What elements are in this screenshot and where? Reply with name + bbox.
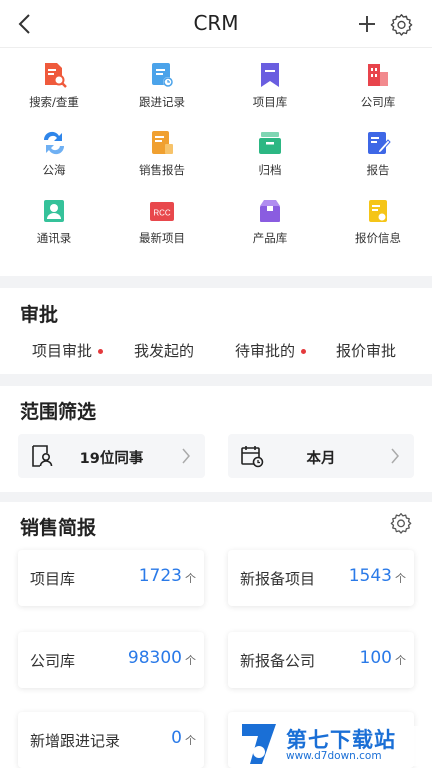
archive-icon bbox=[259, 132, 281, 154]
notification-dot bbox=[301, 349, 307, 354]
colleague-filter-button[interactable]: 19位同事 bbox=[18, 434, 205, 478]
menu-item-label: 归档 bbox=[258, 163, 282, 177]
tab-project-approval[interactable]: 项目审批 bbox=[32, 340, 104, 361]
colleague-count: 19位同事 bbox=[79, 451, 144, 467]
stat-value: 1543 bbox=[348, 566, 392, 586]
menu-item-label: 产品库 bbox=[252, 231, 288, 245]
tab-pending-approval[interactable]: 待审批的 bbox=[235, 340, 307, 361]
swap-icon bbox=[43, 131, 65, 155]
menu-item-project-library[interactable]: 项目库 bbox=[216, 58, 324, 126]
menu-item-sales-report[interactable]: 销售报告 bbox=[108, 126, 216, 194]
follow-record-icon bbox=[152, 63, 173, 87]
settings-gear-icon[interactable] bbox=[390, 512, 412, 534]
section-title: 销售简报 bbox=[20, 517, 97, 539]
site-watermark: 第七下载站 www.d7down.com bbox=[236, 718, 432, 768]
stat-value: 1723 bbox=[138, 566, 182, 586]
tab-initiated-by-me[interactable]: 我发起的 bbox=[134, 340, 194, 361]
stat-card-company-library[interactable]: 公司库 98300 个 bbox=[18, 632, 204, 688]
stat-card-new-follow-records[interactable]: 新增跟进记录 0 个 bbox=[18, 712, 204, 768]
tab-label: 项目审批 bbox=[32, 342, 93, 360]
menu-item-label: 最新项目 bbox=[139, 231, 185, 245]
menu-item-label: 报价信息 bbox=[355, 231, 401, 245]
report-icon bbox=[368, 132, 391, 154]
watermark-logo-icon bbox=[242, 724, 276, 764]
tab-label: 报价审批 bbox=[336, 342, 397, 360]
menu-item-latest-projects[interactable]: RCC 最新项目 bbox=[108, 194, 216, 262]
menu-item-quote-info[interactable]: 报价信息 bbox=[324, 194, 432, 262]
product-box-icon bbox=[260, 200, 280, 222]
notification-dot bbox=[98, 349, 104, 354]
settings-gear-icon[interactable] bbox=[390, 13, 413, 36]
svg-text:RCC: RCC bbox=[153, 209, 171, 218]
menu-item-label: 报告 bbox=[366, 163, 390, 177]
menu-item-archive[interactable]: 归档 bbox=[216, 126, 324, 194]
stat-card-project-library[interactable]: 项目库 1723 个 bbox=[18, 550, 204, 606]
function-menu: 搜索/查重 跟进记录 项目库 公司库 公海 销售报告 归档 报告 通讯录 RCC… bbox=[0, 48, 432, 276]
menu-item-company-library[interactable]: 公司库 bbox=[324, 58, 432, 126]
section-title: 审批 bbox=[20, 304, 59, 326]
stat-unit: 个 bbox=[185, 572, 196, 585]
menu-item-follow-record[interactable]: 跟进记录 bbox=[108, 58, 216, 126]
menu-item-label: 公海 bbox=[42, 163, 66, 177]
stat-value: 100 bbox=[359, 648, 392, 668]
stat-unit: 个 bbox=[185, 654, 196, 667]
bookmark-icon bbox=[261, 63, 279, 87]
menu-item-label: 搜索/查重 bbox=[29, 95, 79, 109]
menu-item-label: 通讯录 bbox=[36, 231, 72, 245]
stat-label: 公司库 bbox=[30, 652, 76, 670]
search-doc-icon bbox=[45, 63, 67, 88]
section-title: 范围筛选 bbox=[20, 401, 97, 423]
rcc-icon: RCC bbox=[150, 202, 174, 221]
tab-label: 我发起的 bbox=[134, 342, 195, 360]
stat-unit: 个 bbox=[185, 734, 196, 747]
approval-tabs: 项目审批 我发起的 待审批的 报价审批 bbox=[0, 340, 432, 364]
stat-card-new-reported-companies[interactable]: 新报备公司 100 个 bbox=[228, 632, 414, 688]
chevron-right-icon bbox=[391, 448, 399, 464]
menu-item-label: 公司库 bbox=[360, 95, 396, 109]
tab-quote-approval[interactable]: 报价审批 bbox=[336, 340, 396, 361]
sales-report-icon bbox=[152, 131, 173, 154]
menu-item-label: 跟进记录 bbox=[139, 95, 185, 109]
chevron-right-icon bbox=[182, 448, 190, 464]
tab-label: 待审批的 bbox=[235, 342, 296, 360]
top-bar: CRM bbox=[0, 0, 432, 48]
stat-label: 项目库 bbox=[30, 570, 76, 588]
menu-item-report[interactable]: 报告 bbox=[324, 126, 432, 194]
stat-value: 0 bbox=[171, 728, 182, 748]
menu-item-label: 项目库 bbox=[252, 95, 288, 109]
add-icon[interactable] bbox=[356, 13, 378, 35]
stat-label: 新报备项目 bbox=[240, 570, 316, 588]
approval-section: 审批 项目审批 我发起的 待审批的 报价审批 bbox=[0, 288, 432, 374]
menu-item-label: 销售报告 bbox=[139, 163, 185, 177]
stat-unit: 个 bbox=[395, 654, 406, 667]
menu-item-public-sea[interactable]: 公海 bbox=[0, 126, 108, 194]
building-icon bbox=[368, 64, 388, 86]
menu-item-contacts[interactable]: 通讯录 bbox=[0, 194, 108, 262]
menu-item-search[interactable]: 搜索/查重 bbox=[0, 58, 108, 126]
scope-filter-section: 范围筛选 19位同事 本月 bbox=[0, 386, 432, 492]
menu-item-product-library[interactable]: 产品库 bbox=[216, 194, 324, 262]
watermark-url: www.d7down.com bbox=[286, 750, 382, 762]
stat-card-new-reported-projects[interactable]: 新报备项目 1543 个 bbox=[228, 550, 414, 606]
stat-label: 新报备公司 bbox=[240, 652, 316, 670]
period-filter-button[interactable]: 本月 bbox=[228, 434, 414, 478]
stat-unit: 个 bbox=[395, 572, 406, 585]
stat-value: 98300 bbox=[127, 648, 182, 668]
contacts-icon bbox=[44, 200, 64, 222]
stat-label: 新增跟进记录 bbox=[30, 732, 121, 750]
quote-icon bbox=[369, 200, 387, 222]
period-value: 本月 bbox=[306, 451, 336, 467]
